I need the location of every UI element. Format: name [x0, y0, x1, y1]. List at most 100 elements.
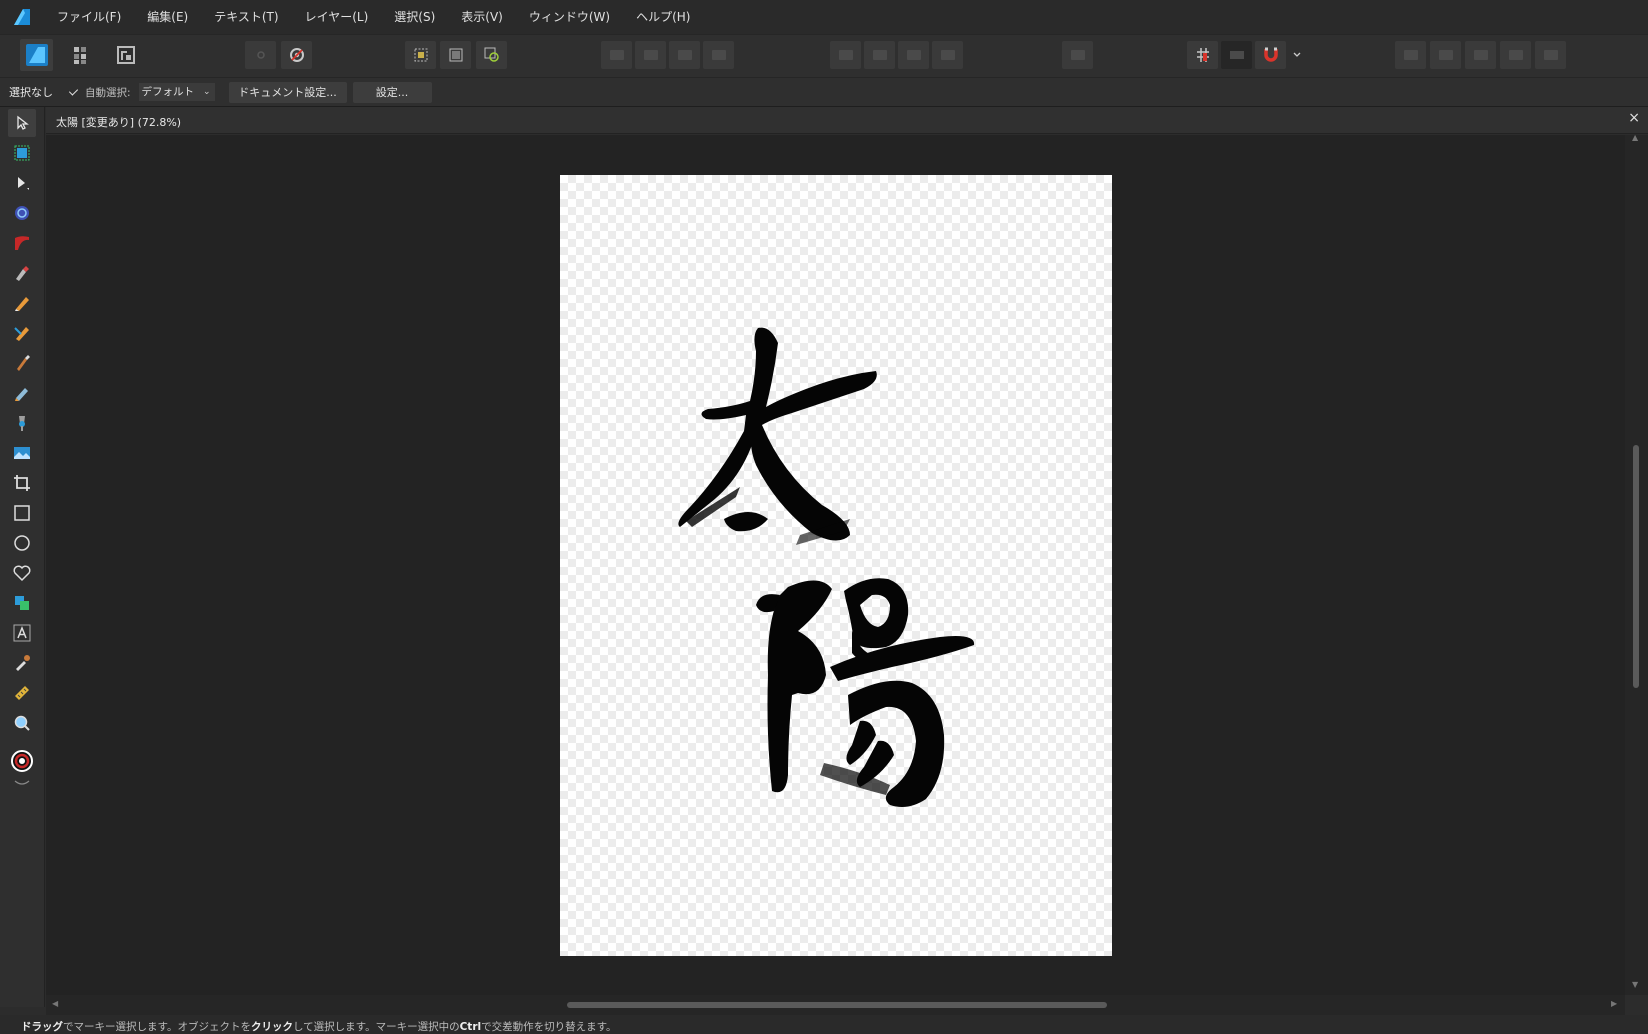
shape-snap-button[interactable] — [476, 41, 507, 69]
status-text-3: で交差動作を切り替えます。 — [481, 1021, 617, 1033]
status-click-keyword: クリック — [250, 1021, 293, 1033]
node-tool[interactable] — [8, 169, 36, 197]
align-button-1[interactable] — [830, 41, 861, 69]
grid-select-icon — [414, 48, 427, 62]
fill-tool-icon — [19, 416, 25, 431]
pixel-persona-button[interactable] — [66, 41, 97, 69]
export-persona-button[interactable] — [110, 41, 141, 69]
magnet-icon — [1263, 47, 1278, 62]
document-tab[interactable]: 太陽 [変更あり] (72.8%) × — [46, 107, 1648, 134]
shape-tool[interactable] — [8, 589, 36, 617]
status-ctrl-keyword: Ctrl — [459, 1021, 482, 1033]
tools-panel — [0, 107, 45, 1007]
preview-mode-button[interactable] — [1221, 41, 1252, 69]
move-tool[interactable] — [8, 109, 36, 137]
artistic-text-tool[interactable] — [8, 619, 36, 647]
heart-shape-icon — [13, 565, 31, 582]
arrange-button-3[interactable] — [669, 41, 700, 69]
snapping-magnet-button[interactable] — [1255, 41, 1286, 69]
snapping-options-dropdown[interactable] — [1290, 41, 1304, 69]
menu-file[interactable]: ファイル(F) — [44, 0, 134, 34]
close-icon[interactable]: × — [1628, 110, 1640, 126]
menu-edit[interactable]: 編集(E) — [134, 0, 201, 34]
vector-crop-icon — [14, 327, 29, 341]
shape-tool-icon — [15, 596, 29, 610]
color-picker-tool[interactable] — [8, 649, 36, 677]
shape-snap-icon — [484, 47, 499, 62]
snap-to-bounds-button[interactable] — [405, 41, 436, 69]
corner-tool[interactable] — [8, 199, 36, 227]
calligraphy-artwork[interactable] — [560, 175, 1112, 956]
heart-shape-tool[interactable] — [8, 559, 36, 587]
menu-view[interactable]: 表示(V) — [448, 0, 516, 34]
artboard-tool-icon — [14, 145, 30, 161]
menu-window[interactable]: ウィンドウ(W) — [516, 0, 623, 34]
move-tool-icon — [17, 115, 29, 130]
align-button-2[interactable] — [864, 41, 895, 69]
arrange-button-2[interactable] — [635, 41, 666, 69]
menu-help[interactable]: ヘルプ(H) — [623, 0, 703, 34]
context-toolbar: 選択なし 自動選択: デフォルト ⌄ ドキュメント設定... 設定... — [0, 77, 1648, 107]
operation-button-3[interactable] — [1465, 41, 1496, 69]
settings-button[interactable]: 設定... — [352, 81, 432, 103]
scroll-up-icon[interactable]: ▲ — [1632, 133, 1638, 142]
scroll-down-icon[interactable]: ▼ — [1632, 980, 1638, 989]
menu-text[interactable]: テキスト(T) — [201, 0, 291, 34]
horizontal-scrollbar[interactable]: ◀ ▶ — [46, 995, 1625, 1015]
vertical-scrollbar[interactable]: ▲ ▼ — [1625, 133, 1648, 995]
arrange-button-1[interactable] — [601, 41, 632, 69]
auto-select-dropdown[interactable]: デフォルト ⌄ — [138, 83, 215, 101]
zoom-tool[interactable] — [8, 709, 36, 737]
scroll-right-icon[interactable]: ▶ — [1611, 999, 1617, 1008]
chevron-down-icon — [1293, 52, 1301, 57]
vector-crop-tool[interactable] — [8, 319, 36, 347]
pixel-brush-tool[interactable] — [8, 379, 36, 407]
artistic-text-icon — [13, 624, 31, 642]
grid-icon — [1196, 48, 1209, 62]
auto-select-checkbox[interactable] — [68, 86, 80, 98]
operation-button-1[interactable] — [1395, 41, 1426, 69]
toolbar-button-disabled-1[interactable] — [245, 41, 276, 69]
crop-tool-icon — [14, 475, 30, 491]
paint-brush-tool[interactable] — [8, 349, 36, 377]
artboard-tool[interactable] — [8, 139, 36, 167]
snapping-grid-button[interactable] — [1187, 41, 1218, 69]
color-swatches[interactable] — [9, 749, 35, 787]
vertical-scroll-thumb[interactable] — [1633, 445, 1639, 688]
align-button-3[interactable] — [898, 41, 929, 69]
designer-persona-icon — [25, 44, 48, 66]
fill-tool[interactable] — [8, 409, 36, 437]
operation-button-4[interactable] — [1500, 41, 1531, 69]
place-image-tool[interactable] — [8, 439, 36, 467]
transform-button[interactable] — [440, 41, 471, 69]
align-button-4[interactable] — [932, 41, 963, 69]
crop-tool[interactable] — [8, 469, 36, 497]
horizontal-scroll-thumb[interactable] — [567, 1002, 1107, 1008]
scroll-left-icon[interactable]: ◀ — [52, 999, 58, 1008]
document-page[interactable] — [560, 175, 1112, 956]
menu-layer[interactable]: レイヤー(L) — [292, 0, 382, 34]
rectangle-tool[interactable] — [8, 499, 36, 527]
pen-tool[interactable] — [8, 259, 36, 287]
menu-select[interactable]: 選択(S) — [381, 0, 448, 34]
chevron-down-icon: ⌄ — [203, 87, 211, 97]
boolean-button[interactable] — [1062, 41, 1093, 69]
measure-tool[interactable] — [8, 679, 36, 707]
arrange-button-4[interactable] — [703, 41, 734, 69]
pixel-brush-icon — [15, 388, 28, 401]
designer-persona-button[interactable] — [20, 39, 53, 71]
canvas-area[interactable] — [46, 135, 1625, 995]
app-logo-icon — [0, 0, 44, 34]
document-title: 太陽 [変更あり] (72.8%) — [56, 116, 182, 129]
operation-button-2[interactable] — [1430, 41, 1461, 69]
pencil-tool[interactable] — [8, 289, 36, 317]
menu-bar: ファイル(F) 編集(E) テキスト(T) レイヤー(L) 選択(S) 表示(V… — [0, 0, 1648, 34]
status-text-2: して選択します。マーキー選択中の — [292, 1021, 460, 1033]
document-setup-button[interactable]: ドキュメント設定... — [228, 81, 347, 103]
operation-button-5[interactable] — [1535, 41, 1566, 69]
vector-brush-tool[interactable] — [8, 229, 36, 257]
ellipse-tool-icon — [14, 535, 30, 551]
preview-icon — [1229, 51, 1244, 59]
settings-button[interactable] — [281, 41, 312, 69]
ellipse-tool[interactable] — [8, 529, 36, 557]
